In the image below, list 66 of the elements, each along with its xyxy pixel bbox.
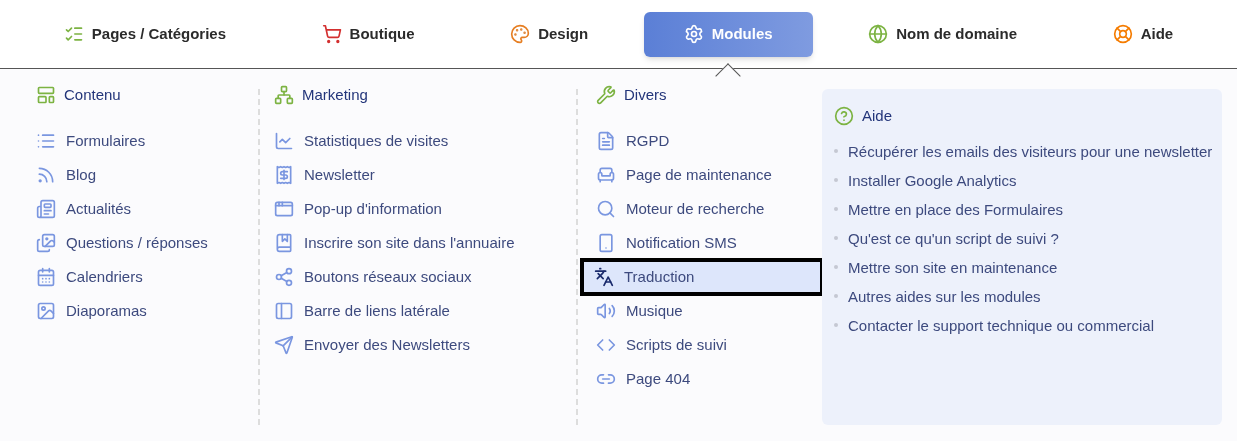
lifebuoy-icon [1112, 24, 1133, 44]
menu-link[interactable]: Musique [582, 294, 822, 328]
layout-icon [36, 85, 56, 105]
phone-icon [596, 233, 616, 253]
menu-link[interactable]: Moteur de recherche [582, 192, 822, 226]
book-icon [274, 233, 294, 253]
sidebar-icon [274, 301, 294, 321]
nav-tab[interactable]: Boutique [281, 11, 455, 57]
menu-link[interactable]: Diaporamas [36, 294, 258, 328]
translate-icon [594, 267, 614, 287]
menu-link[interactable]: Statistiques de visites [274, 124, 576, 158]
newsletter-icon [274, 165, 294, 185]
form-icon [36, 131, 56, 151]
menu-link[interactable]: Calendriers [36, 260, 258, 294]
help-link[interactable]: Qu'est ce qu'un script de suivi ? [848, 228, 1059, 248]
search-icon [596, 199, 616, 219]
image-icon [36, 301, 56, 321]
nav-tab[interactable]: Nom de domaine [828, 11, 1058, 57]
menu-link[interactable]: Envoyer des Newsletters [274, 328, 576, 362]
menu-link[interactable]: Pop-up d'information [274, 192, 576, 226]
newspaper-icon [36, 199, 56, 219]
tools-icon [596, 85, 616, 105]
nav-tab[interactable]: Pages / Catégories [23, 11, 266, 57]
menu-link[interactable]: Page de maintenance [582, 158, 822, 192]
menu-link[interactable]: Page 404 [582, 362, 822, 396]
menu-link[interactable]: RGPD [582, 124, 822, 158]
menu-link[interactable]: Scripts de suivi [582, 328, 822, 362]
menu-link[interactable]: Actualités [36, 192, 258, 226]
calendar-icon [36, 267, 56, 287]
menu-link[interactable]: Boutons réseaux sociaux [274, 260, 576, 294]
list-icon [63, 24, 84, 44]
network-icon [274, 85, 294, 105]
menu-link[interactable]: Traduction [582, 260, 822, 294]
help-link[interactable]: Récupérer les emails des visiteurs pour une newsletter [848, 141, 1213, 161]
images-icon [36, 233, 56, 253]
popup-icon [274, 199, 294, 219]
share-icon [274, 267, 294, 287]
column-title: Divers [624, 84, 667, 105]
document-icon [596, 131, 616, 151]
help-link[interactable]: Mettre en place des Formulaires [848, 199, 1064, 219]
column-title: Marketing [302, 84, 368, 105]
help-link[interactable]: Contacter le support technique ou commercial [848, 315, 1154, 335]
help-link[interactable]: Autres aides sur les modules [848, 286, 1041, 306]
help-link[interactable]: Installer Google Analytics [848, 170, 1017, 190]
menu-link[interactable]: Inscrire son site dans l'annuaire [274, 226, 576, 260]
chair-icon [596, 165, 616, 185]
send-icon [274, 335, 294, 355]
menu-link[interactable]: Newsletter [274, 158, 576, 192]
menu-link[interactable]: Questions / réponses [36, 226, 258, 260]
chart-icon [274, 131, 294, 151]
palette-icon [510, 24, 531, 44]
cart-icon [321, 24, 342, 44]
help-icon [834, 106, 854, 127]
nav-tab[interactable]: Aide [1072, 11, 1214, 57]
menu-link[interactable]: Notification SMS [582, 226, 822, 260]
help-link[interactable]: Mettre son site en maintenance [848, 257, 1058, 277]
settings-icon [683, 24, 704, 44]
speaker-icon [596, 301, 616, 321]
globe-icon [868, 24, 889, 44]
menu-link[interactable]: Barre de liens latérale [274, 294, 576, 328]
menu-link[interactable]: Blog [36, 158, 258, 192]
help-title: Aide [862, 106, 893, 126]
column-title: Contenu [64, 84, 121, 105]
menu-link[interactable]: Formulaires [36, 124, 258, 158]
nav-tab[interactable]: Design [470, 11, 629, 57]
rss-icon [36, 165, 56, 185]
